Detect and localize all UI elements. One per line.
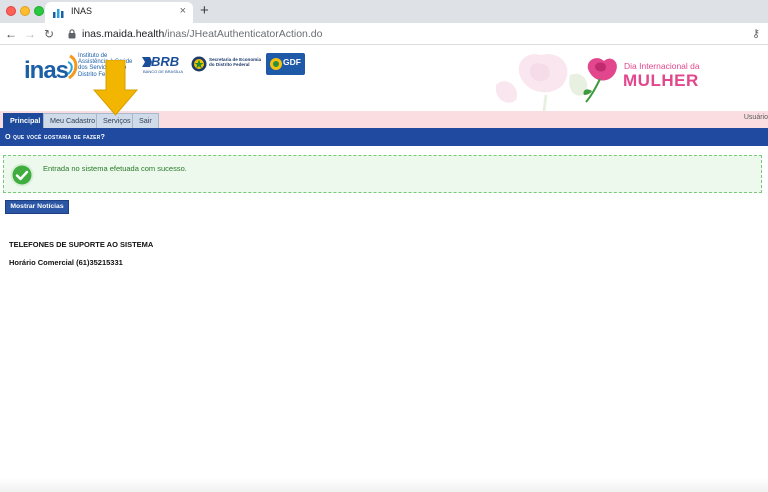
forward-button[interactable]: →	[24, 26, 36, 42]
section-title: O que você gostaria de fazer?	[5, 132, 106, 141]
support-title: TELEFONES DE SUPORTE AO SISTEMA	[9, 240, 154, 249]
brb-logo-word: BRB	[151, 54, 180, 69]
url-path: /inas/JHeatAuthenticatorAction.do	[164, 28, 323, 40]
close-window-icon[interactable]	[6, 6, 16, 16]
section-header: O que você gostaria de fazer?	[0, 128, 768, 146]
back-button[interactable]: ←	[5, 26, 17, 42]
browser-toolbar: ← → ↻ inas.maida.health/inas/JHeatAuthen…	[0, 23, 768, 45]
inas-logo-word: inas	[24, 57, 69, 84]
campaign-title: MULHER	[623, 71, 699, 90]
maximize-window-icon[interactable]	[34, 6, 44, 16]
success-message: Entrada no sistema efetuada com sucesso.	[3, 155, 762, 193]
secretaria-text: Secretaria de Economia do Distrito Feder…	[209, 57, 262, 67]
rose-watermark-icon	[495, 54, 588, 111]
lock-icon	[68, 29, 76, 39]
secretaria-logo: Secretaria de Economia do Distrito Feder…	[191, 56, 263, 74]
brb-logo-subtitle: BANCO DE BRASÍLIA	[143, 69, 184, 74]
url-text: inas.maida.health/inas/JHeatAuthenticato…	[82, 28, 323, 40]
tab-title: INAS	[71, 6, 93, 16]
tab-close-icon[interactable]: ×	[180, 5, 186, 17]
tab-principal[interactable]: Principal	[3, 113, 48, 128]
campaign-subtitle: Dia Internacional da	[624, 61, 700, 71]
reload-button[interactable]: ↻	[44, 26, 54, 42]
minimize-window-icon[interactable]	[20, 6, 30, 16]
check-circle-icon	[10, 163, 34, 187]
url-host: inas.maida.health	[82, 28, 165, 40]
key-icon[interactable]: ⚷	[752, 27, 760, 40]
gdf-logo: GDF	[266, 53, 305, 75]
gdf-sun-icon	[270, 58, 282, 70]
show-news-button[interactable]: Mostrar Notícias	[5, 200, 69, 214]
brb-logo: BRB BANCO DE BRASÍLIA	[141, 54, 185, 76]
rose-icon	[583, 58, 617, 103]
new-tab-button[interactable]: +	[200, 2, 209, 20]
bottom-edge	[0, 478, 768, 492]
address-bar[interactable]: inas.maida.health/inas/JHeatAuthenticato…	[60, 26, 760, 42]
campaign-banner: Dia Internacional da MULHER	[582, 55, 712, 105]
success-text: Entrada no sistema efetuada com sucesso.	[43, 164, 187, 173]
browser-tab-strip: INAS × +	[0, 0, 768, 23]
gdf-logo-word: GDF	[283, 57, 301, 67]
inas-favicon-icon	[53, 9, 64, 18]
browser-tab[interactable]: INAS ×	[45, 2, 193, 23]
secretaria-emblem-icon	[191, 56, 207, 72]
user-label: Usuário	[743, 114, 768, 121]
support-phone: Horário Comercial (61)35215331	[9, 258, 123, 267]
arrow-down-icon	[93, 60, 138, 116]
